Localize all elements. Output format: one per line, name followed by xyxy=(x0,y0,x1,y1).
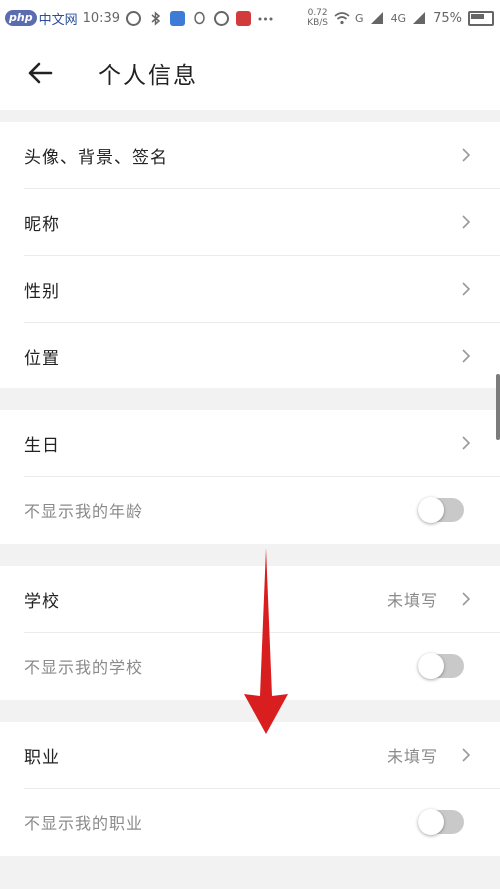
status-right: 0.72 KB/S G 4G 75% xyxy=(307,0,494,36)
signal1-icon xyxy=(370,11,385,26)
row-hide-age: 不显示我的年龄 xyxy=(0,477,500,543)
chevron-right-icon xyxy=(462,148,471,162)
toggle-knob xyxy=(418,809,444,835)
chevron-right-icon xyxy=(462,215,471,229)
row-nickname[interactable]: 昵称 xyxy=(0,189,500,255)
network-speed-value: 0.72 xyxy=(307,8,328,18)
row-birthday[interactable]: 生日 xyxy=(0,410,500,476)
row-label: 不显示我的学校 xyxy=(24,658,144,677)
row-label: 职业 xyxy=(24,747,60,768)
row-gender[interactable]: 性别 xyxy=(0,256,500,322)
toggle-knob xyxy=(418,653,444,679)
sim2-label: 4G xyxy=(390,11,407,25)
row-label: 性别 xyxy=(24,281,60,302)
watermark-logo-text: 中文网 xyxy=(38,12,78,28)
battery-icon xyxy=(468,10,494,26)
hide-school-toggle[interactable] xyxy=(418,653,464,679)
chevron-right-icon xyxy=(462,436,471,450)
red-app-icon xyxy=(236,10,252,26)
row-location[interactable]: 位置 xyxy=(0,323,500,389)
page-title: 个人信息 xyxy=(98,63,198,89)
occupation-group: 职业 未填写 不显示我的职业 xyxy=(0,722,500,856)
row-label: 位置 xyxy=(24,348,60,369)
more-icon xyxy=(258,11,273,26)
battery-percent: 75% xyxy=(433,10,462,26)
watermark-logo-badge: php xyxy=(5,10,37,26)
scrollbar-thumb[interactable] xyxy=(496,374,500,440)
status-time: 10:39 xyxy=(82,10,121,26)
status-bar: php 中文网 10:39 0.72 KB/S G 4G 75% xyxy=(0,0,500,36)
annotation-down-arrow xyxy=(244,548,288,734)
network-speed-unit: KB/S xyxy=(307,18,329,28)
chevron-right-icon xyxy=(462,748,471,762)
weibo-icon xyxy=(214,10,230,26)
wifi-icon xyxy=(334,11,350,26)
back-arrow-icon xyxy=(28,62,53,84)
row-label: 不显示我的年龄 xyxy=(24,502,144,521)
notification-icons xyxy=(126,10,273,26)
row-hide-occupation: 不显示我的职业 xyxy=(0,789,500,855)
occupation-value: 未填写 xyxy=(386,747,438,766)
bluetooth-icon xyxy=(148,10,163,26)
network-speed: 0.72 KB/S xyxy=(307,8,328,28)
signal2-icon xyxy=(412,11,427,26)
profile-group: 头像、背景、签名 昵称 性别 位置 xyxy=(0,122,500,388)
app-bar: 个人信息 xyxy=(0,36,500,110)
chevron-right-icon xyxy=(462,592,471,606)
watermark-logo: php 中文网 xyxy=(2,7,81,29)
row-label: 头像、背景、签名 xyxy=(24,147,168,168)
alarm-icon xyxy=(126,10,142,26)
row-label: 生日 xyxy=(24,435,60,456)
birthday-group: 生日 不显示我的年龄 xyxy=(0,410,500,544)
back-button[interactable] xyxy=(20,53,60,93)
row-label: 昵称 xyxy=(24,214,60,235)
school-value: 未填写 xyxy=(386,591,438,610)
chevron-right-icon xyxy=(462,282,471,296)
row-avatar-background-signature[interactable]: 头像、背景、签名 xyxy=(0,122,500,188)
shield-app-icon xyxy=(170,10,186,26)
row-label: 学校 xyxy=(24,591,60,612)
sim1-label: G xyxy=(355,11,364,25)
toggle-knob xyxy=(418,497,444,523)
chevron-right-icon xyxy=(462,349,471,363)
hide-occupation-toggle[interactable] xyxy=(418,809,464,835)
hide-age-toggle[interactable] xyxy=(418,497,464,523)
qq-icon xyxy=(192,11,207,26)
row-label: 不显示我的职业 xyxy=(24,814,144,833)
